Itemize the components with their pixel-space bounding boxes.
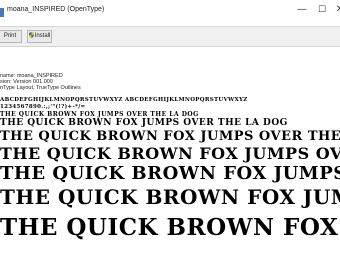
install-button[interactable]: Install	[27, 30, 52, 43]
charset-digits: 1234567890.:,;'"(!?)+-*/=	[0, 104, 86, 110]
sample-line-4: THE QUICK BROWN FOX JUMPS OVER THE LA	[0, 144, 340, 163]
sample-line-2: THE QUICK BROWN FOX JUMPS OVER THE LA DO…	[0, 118, 288, 128]
sample-line-1: THE QUICK BROWN FOX JUMPS OVER THE LA DO…	[0, 111, 199, 118]
charset-uppercase: ABCDEFGHIJKLMNOPQRSTUVWXYZ ABCDEFGHIJKLM…	[0, 97, 248, 103]
print-button[interactable]: Print	[0, 30, 22, 43]
window-title: moana_INSPIRED (OpenType)	[7, 6, 105, 13]
print-button-label: Print	[3, 33, 17, 39]
font-info: name: moana_INSPIRED sion: Version 001.0…	[0, 73, 81, 91]
sample-line-3: THE QUICK BROWN FOX JUMPS OVER THE LA DO	[0, 129, 340, 144]
sample-line-6: THE QUICK BROWN FOX JUMPS OVE	[0, 185, 340, 209]
font-type: nType Layout, TrueType Outlines	[0, 85, 81, 91]
title-bar: moana_INSPIRED (OpenType) — ☐ ✕	[0, 0, 340, 27]
font-sample-area: ABCDEFGHIJKLMNOPQRSTUVWXYZ ABCDEFGHIJKLM…	[0, 97, 340, 270]
install-button-label: Install	[34, 33, 51, 39]
minimize-button[interactable]: —	[295, 3, 309, 17]
font-file-icon	[0, 8, 4, 17]
close-button[interactable]: ✕	[333, 3, 340, 17]
uac-shield-icon	[28, 32, 34, 38]
sample-line-5: THE QUICK BROWN FOX JUMPS OVER T	[0, 163, 340, 184]
sample-line-7: THE QUICK BROWN FOX JUM	[0, 214, 340, 241]
maximize-button[interactable]: ☐	[315, 3, 329, 17]
toolbar: Print Install	[0, 27, 340, 47]
